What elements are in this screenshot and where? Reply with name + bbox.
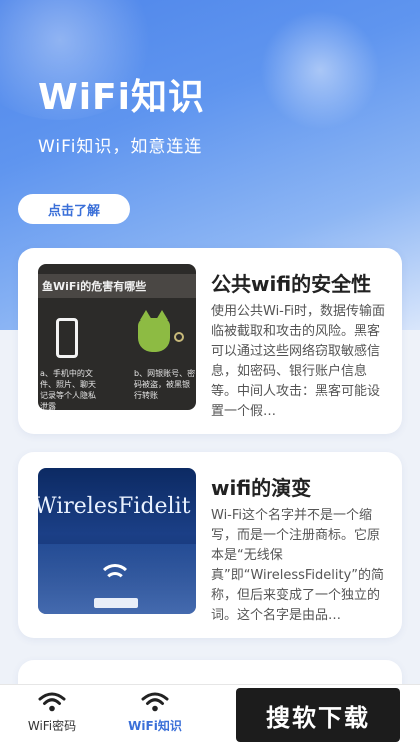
learn-more-button[interactable]: 点击了解 (18, 194, 130, 224)
article-thumbnail: WirelesFidelit (38, 468, 196, 614)
tab-label: WiFi密码 (27, 719, 77, 733)
article-excerpt: Wi-Fi这个名字并不是一个缩写，而是一个注册商标。它原本是“无线保真”即“Wi… (211, 508, 385, 623)
hero-firework (260, 10, 380, 130)
hacker-cat-icon (138, 310, 170, 352)
wifi-icon (141, 692, 169, 712)
thumbnail-caption: b、网银账号、密码被盗，被黑银行转账 (134, 369, 196, 400)
phone-icon (56, 318, 78, 358)
watermark-logo: 搜软下载 (236, 688, 400, 742)
key-icon (174, 332, 184, 342)
tab-wifi-knowledge[interactable]: WiFi知识 (110, 691, 200, 741)
tab-label: WiFi知识 (128, 719, 182, 733)
thumbnail-caption: a、手机中的文件、照片、聊天记录等个人隐私泄露 (40, 369, 96, 410)
thumbnail-label: WirelesFidelit (38, 494, 191, 519)
article-thumbnail: 鱼WiFi的危害有哪些 a、手机中的文件、照片、聊天记录等个人隐私泄露 b、网银… (38, 264, 196, 410)
page-subtitle: WiFi知识，如意连连 (38, 137, 203, 157)
page-title: WiFi知识 (38, 77, 205, 118)
article-card[interactable]: WirelesFidelit wifi的演变 Wi-Fi这个名字并不是一个缩写，… (18, 452, 402, 638)
article-title: 公共wifi的安全性 (211, 272, 372, 296)
wifi-signal-icon (104, 572, 126, 594)
wifi-icon (38, 692, 66, 712)
watermark-text: 搜软下载 (266, 703, 370, 732)
tab-wifi-password[interactable]: WiFi密码 (7, 691, 97, 741)
article-title: wifi的演变 (211, 476, 312, 500)
article-excerpt: 使用公共Wi-Fi时，数据传输面临被截取和攻击的风险。黑客可以通过这些网络窃取敏… (211, 304, 386, 419)
article-card[interactable]: 鱼WiFi的危害有哪些 a、手机中的文件、照片、聊天记录等个人隐私泄露 b、网银… (18, 248, 402, 434)
router-icon (94, 598, 138, 608)
thumbnail-banner: 鱼WiFi的危害有哪些 (38, 274, 196, 298)
